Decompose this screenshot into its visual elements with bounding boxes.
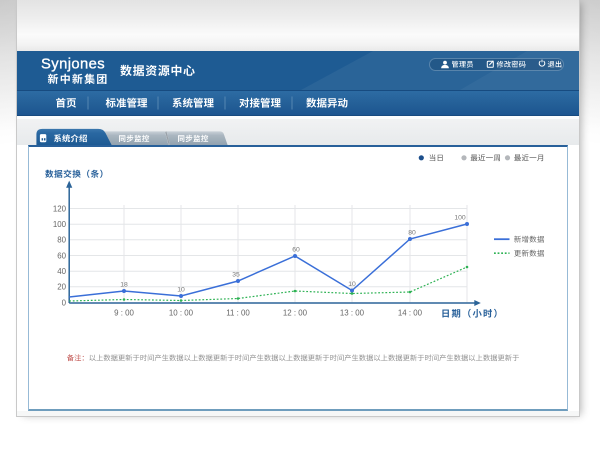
svg-text:60: 60 xyxy=(57,251,66,260)
svg-text:10: 10 xyxy=(348,281,356,288)
svg-text:80: 80 xyxy=(408,230,416,237)
svg-text:9 : 00: 9 : 00 xyxy=(114,309,134,318)
svg-text:13 : 00: 13 : 00 xyxy=(340,309,365,318)
svg-text:60: 60 xyxy=(292,247,300,254)
svg-text:Synjones: Synjones xyxy=(41,57,105,73)
svg-text:12 : 00: 12 : 00 xyxy=(283,309,308,318)
svg-text:35: 35 xyxy=(232,272,240,279)
svg-text:14 : 00: 14 : 00 xyxy=(398,309,423,318)
svg-text:20: 20 xyxy=(57,283,66,292)
svg-text:100: 100 xyxy=(454,215,466,222)
svg-text:11 : 00: 11 : 00 xyxy=(226,309,250,318)
svg-text:120: 120 xyxy=(53,204,67,213)
svg-text:100: 100 xyxy=(53,220,67,229)
svg-text:18: 18 xyxy=(120,282,128,289)
svg-text:0: 0 xyxy=(62,298,67,307)
svg-text:40: 40 xyxy=(57,267,66,276)
svg-text:80: 80 xyxy=(57,236,66,245)
svg-text:10: 10 xyxy=(177,287,185,294)
svg-text:10 : 00: 10 : 00 xyxy=(169,309,194,318)
